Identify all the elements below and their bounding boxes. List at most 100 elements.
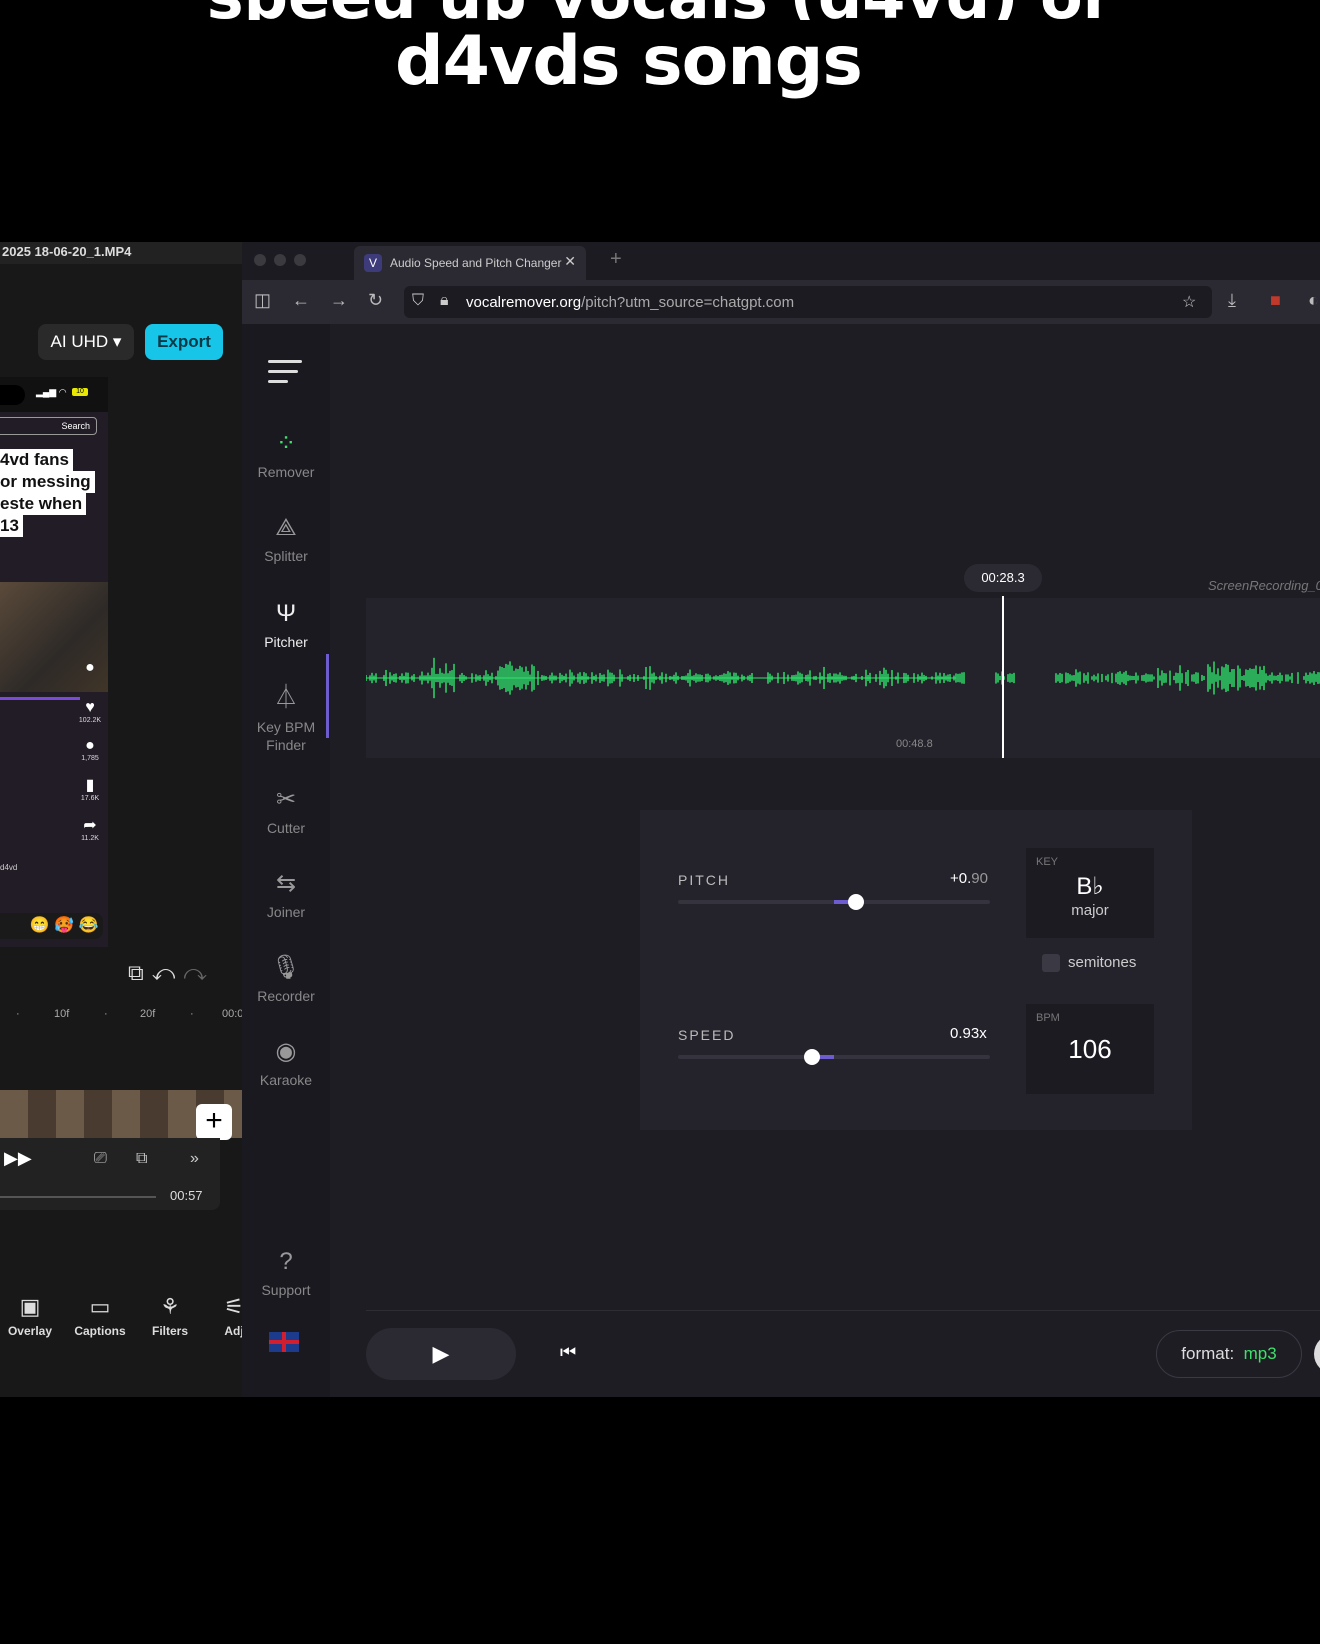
menu-icon[interactable] [268,360,302,363]
address-bar[interactable]: ⛉ 🔒︎ vocalremover.org/pitch?utm_source=c… [404,286,1212,318]
crop-off-icon[interactable]: ⧉ [128,960,152,985]
tab-title: Audio Speed and Pitch Changer [390,256,562,270]
overlay-text-line: 4vd fans [0,449,73,471]
close-icon[interactable]: ✕ [564,253,576,270]
overlay-text-line: 13 [0,515,23,537]
sidebar-item-joiner[interactable]: ⇆ Joiner [242,870,330,920]
bookmark-star-icon[interactable]: ☆ [1182,292,1196,312]
profile-icon[interactable]: ◐ [1308,290,1319,311]
tool-adjust[interactable]: ⚟ Adj [214,1294,243,1338]
sidebar-toggle-icon[interactable]: ◫ [254,290,271,311]
reload-icon[interactable]: ↻ [368,290,383,311]
tool-label: Filters [151,1324,188,1338]
sidebar-item-label: Karaoke [259,1072,313,1088]
url-path: /pitch?utm_source=chatgpt.com [581,294,795,311]
quality-dropdown[interactable]: AI UHD ▾ [38,324,134,360]
export-button[interactable]: Export [145,324,223,360]
tool-label: Captions [74,1324,126,1338]
editor-toolbar: ⧉↶↷ [128,960,215,986]
bpm-value: 106 [1068,1034,1112,1064]
add-clip-button[interactable]: + [196,1104,232,1140]
lock-icon: 🔒︎ [440,292,449,309]
overlay-icon: ▣ [19,1294,41,1319]
play-button[interactable]: ▶ [366,1328,516,1380]
format-selector[interactable]: format: mp3 [1156,1330,1302,1378]
back-icon[interactable]: ← [292,290,310,311]
key-mode: major [1071,902,1109,919]
pip-icon[interactable]: ⧉ [136,1150,147,1168]
phone-search-field: Search [0,417,97,435]
format-label: format: [1181,1344,1235,1363]
undo-icon[interactable]: ↶ [152,960,184,985]
playhead[interactable] [1002,596,1004,758]
sidebar-item-karaoke[interactable]: ◉ Karaoke [242,1038,330,1088]
joiner-icon: ⇆ [275,870,297,897]
extension-icon[interactable]: ■ [1270,290,1281,311]
sidebar-item-pitcher[interactable]: Ψ Pitcher [242,600,330,650]
sidebar-item-label: Joiner [266,904,306,920]
waveform-svg [365,657,1320,699]
skip-back-icon[interactable]: ⏮ [560,1342,576,1363]
pitch-value-dim: 90 [971,870,988,887]
pitch-label: PITCH [678,872,730,888]
window-zoom-dot[interactable] [294,254,306,266]
comments-label: 1,785 [81,755,99,762]
sidebar-item-label: Support [261,1282,311,1298]
window-close-dot[interactable] [254,254,266,266]
redo-icon[interactable]: ↷ [183,960,215,985]
splitter-icon: ⟁ [275,514,297,541]
format-value: mp3 [1243,1344,1277,1363]
pitch-value: +0.90 [950,870,988,887]
semitones-checkbox[interactable] [1042,954,1060,972]
ruler-tick: 00:0 [222,1008,243,1020]
sidebar-item-remover[interactable]: ⁘ Remover [242,430,330,480]
adjust-icon: ⚟ [224,1294,243,1319]
playback-track[interactable] [0,1196,156,1198]
uk-flag-icon[interactable] [269,1332,299,1352]
download-icon[interactable]: ⤓ [1228,290,1236,311]
overlay-text-line: or messing [0,471,95,493]
likes-count: ♥ 102.2K [76,699,104,724]
emoji-reactions: 😁 🥵 😂 [0,913,103,939]
airplay-icon[interactable]: ⎚ [94,1150,107,1168]
url-text: vocalremover.org/pitch?utm_source=chatgp… [466,294,794,311]
waveform-display[interactable] [365,598,1320,758]
sidebar-item-cutter[interactable]: ✂ Cutter [242,786,330,836]
video-preview: ▂▄▆ ◠ 10 Search 4vd fans or messing este… [0,377,108,947]
forward-icon[interactable]: → [330,290,348,311]
sidebar-item-key-bpm-finder[interactable]: ⏃ Key BPM Finder [242,684,330,754]
sidebar-item-splitter[interactable]: ⟁ Splitter [242,514,330,564]
sidebar-item-label: Key BPM Finder [256,719,316,753]
speed-label: SPEED [678,1027,736,1043]
waveform-time-label: 00:48.8 [896,738,933,750]
tool-captions[interactable]: ▭ Captions [70,1294,130,1338]
sidebar-item-support[interactable]: ? Support [242,1248,330,1298]
key-label: KEY [1036,856,1059,868]
window-minimize-dot[interactable] [274,254,286,266]
signal-wifi-icon: ▂▄▆ ◠ [36,387,67,397]
saves-label: 17.6K [80,795,100,802]
tab-audio-speed-pitch[interactable]: V Audio Speed and Pitch Changer ✕ [354,246,586,280]
fast-forward-icon[interactable]: ▶▶ [4,1148,32,1169]
pitch-slider-handle[interactable] [847,894,864,910]
tool-filters[interactable]: ⚘ Filters [144,1294,196,1338]
share-icon: ➦ [83,817,97,834]
tool-overlay[interactable]: ▣ Overlay [2,1294,58,1338]
shares-label: 11.2K [81,835,99,842]
playhead-time: 00:28.3 [964,564,1042,592]
player-divider [366,1310,1320,1311]
likes-label: 102.2K [78,717,102,724]
overlay-text-line: este when [0,493,87,515]
speed-slider-track[interactable] [678,1055,990,1059]
shield-icon[interactable]: ⛉ [412,292,424,310]
profile-avatar: ● [76,659,104,677]
sidebar-item-recorder[interactable]: 🎙︎ Recorder [242,954,330,1004]
vocalremover-favicon-icon: V [364,254,382,272]
key-display: KEY B♭ major [1026,848,1154,938]
caption-line-2: d4vds songs [395,22,863,101]
key-value: B♭ [1076,873,1104,900]
more-icon[interactable]: » [190,1150,199,1168]
new-tab-icon[interactable]: + [610,248,622,271]
avatar-icon: ● [85,659,95,676]
caption-line-1: speed up vocals (d4vd) or [0,0,1320,20]
